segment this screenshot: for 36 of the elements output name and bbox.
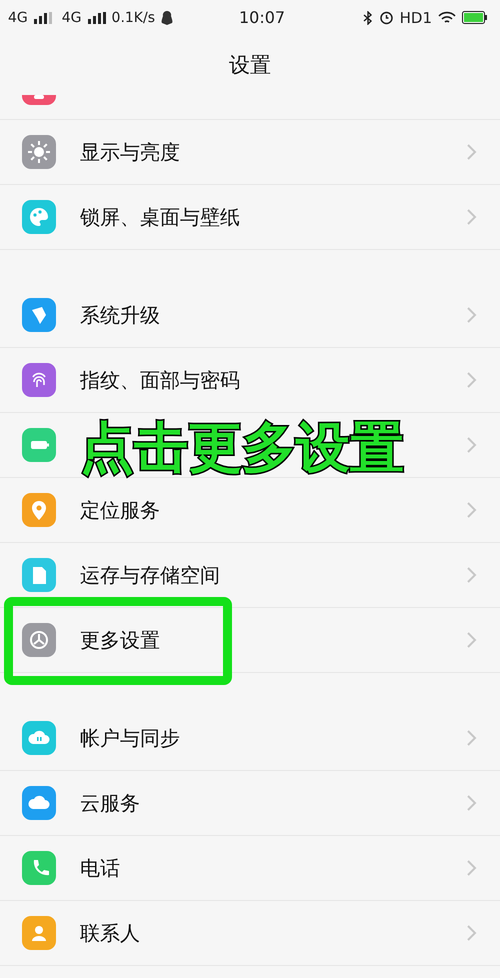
setting-label[interactable]: 云服务 bbox=[80, 790, 466, 816]
hd-indicator: HD1 bbox=[400, 8, 432, 26]
clock-time: 10:07 bbox=[239, 8, 286, 27]
network-speed: 0.1K/s bbox=[112, 10, 155, 26]
chevron-icon bbox=[466, 631, 478, 649]
signal-icon bbox=[88, 12, 106, 24]
setting-label[interactable]: 更多设置 bbox=[80, 626, 466, 654]
chevron-icon bbox=[466, 371, 478, 389]
setting-label[interactable]: 帐户与同步 bbox=[80, 724, 466, 752]
setting-label[interactable]: 系统升级 bbox=[80, 302, 466, 328]
network-type: 4G bbox=[8, 10, 28, 26]
network-type: 4G bbox=[62, 10, 82, 26]
chevron-icon bbox=[466, 566, 478, 584]
chevron-icon bbox=[466, 306, 478, 324]
chevron-icon bbox=[466, 859, 478, 877]
setting-label[interactable]: 联系人 bbox=[80, 920, 466, 946]
chevron-icon bbox=[466, 143, 478, 161]
chevron-icon bbox=[466, 501, 478, 519]
bluetooth-icon bbox=[362, 10, 373, 24]
setting-label[interactable]: 定位服务 bbox=[80, 496, 466, 524]
battery-icon bbox=[462, 11, 488, 24]
page-title: 设置 bbox=[229, 52, 271, 79]
chevron-icon bbox=[466, 924, 478, 942]
callout-text: 点击更多设置 bbox=[80, 415, 404, 481]
setting-label[interactable]: 电话 bbox=[80, 854, 466, 882]
chevron-icon bbox=[466, 729, 478, 747]
chevron-icon bbox=[466, 794, 478, 812]
setting-label[interactable]: 锁屏、桌面与壁纸 bbox=[80, 204, 466, 230]
alarm-icon bbox=[378, 10, 394, 25]
chevron-icon bbox=[466, 208, 478, 226]
wifi-icon bbox=[438, 10, 456, 24]
chevron-icon bbox=[466, 436, 478, 454]
setting-label[interactable]: 指纹、面部与密码 bbox=[80, 366, 466, 394]
setting-label[interactable]: 显示与亮度 bbox=[80, 138, 466, 166]
setting-label[interactable]: 运存与存储空间 bbox=[80, 562, 466, 588]
penguin-icon bbox=[161, 10, 173, 24]
